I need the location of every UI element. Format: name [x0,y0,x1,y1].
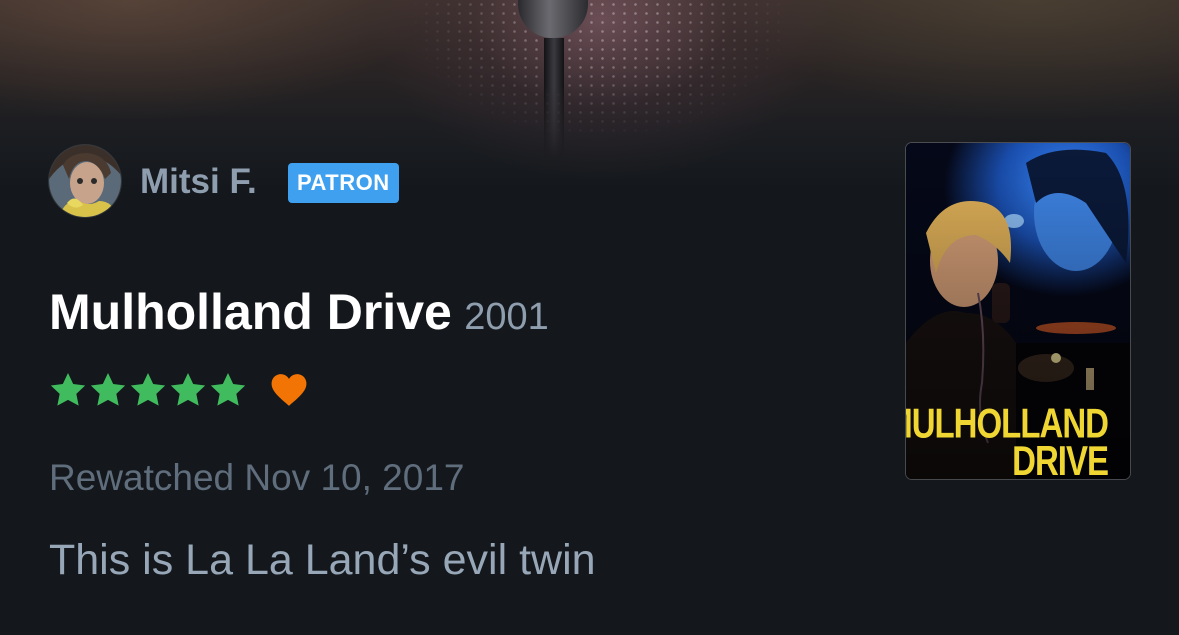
avatar[interactable] [49,145,121,217]
film-poster[interactable]: MULHOLLAND DRIVE [906,143,1130,479]
star-icon [88,370,128,410]
poster-title-line2: DRIVE [1012,437,1109,479]
watched-date: Rewatched Nov 10, 2017 [49,457,465,498]
username[interactable]: Mitsi F. [140,160,257,204]
rating-row [48,370,308,410]
star-icon [208,370,248,410]
review-text: This is La La Land’s evil twin [49,536,596,584]
star-icon [48,370,88,410]
patron-badge: PATRON [288,163,399,203]
film-title[interactable]: Mulholland Drive [49,284,452,340]
backdrop-sparkle [410,0,790,150]
film-heading: Mulholland Drive 2001 [49,282,549,355]
star-icon [168,370,208,410]
poster-title: MULHOLLAND DRIVE [906,403,1109,480]
heart-icon [270,372,308,408]
star-icon [128,370,168,410]
backdrop-mic-stand [544,38,564,158]
film-year[interactable]: 2001 [464,296,549,338]
